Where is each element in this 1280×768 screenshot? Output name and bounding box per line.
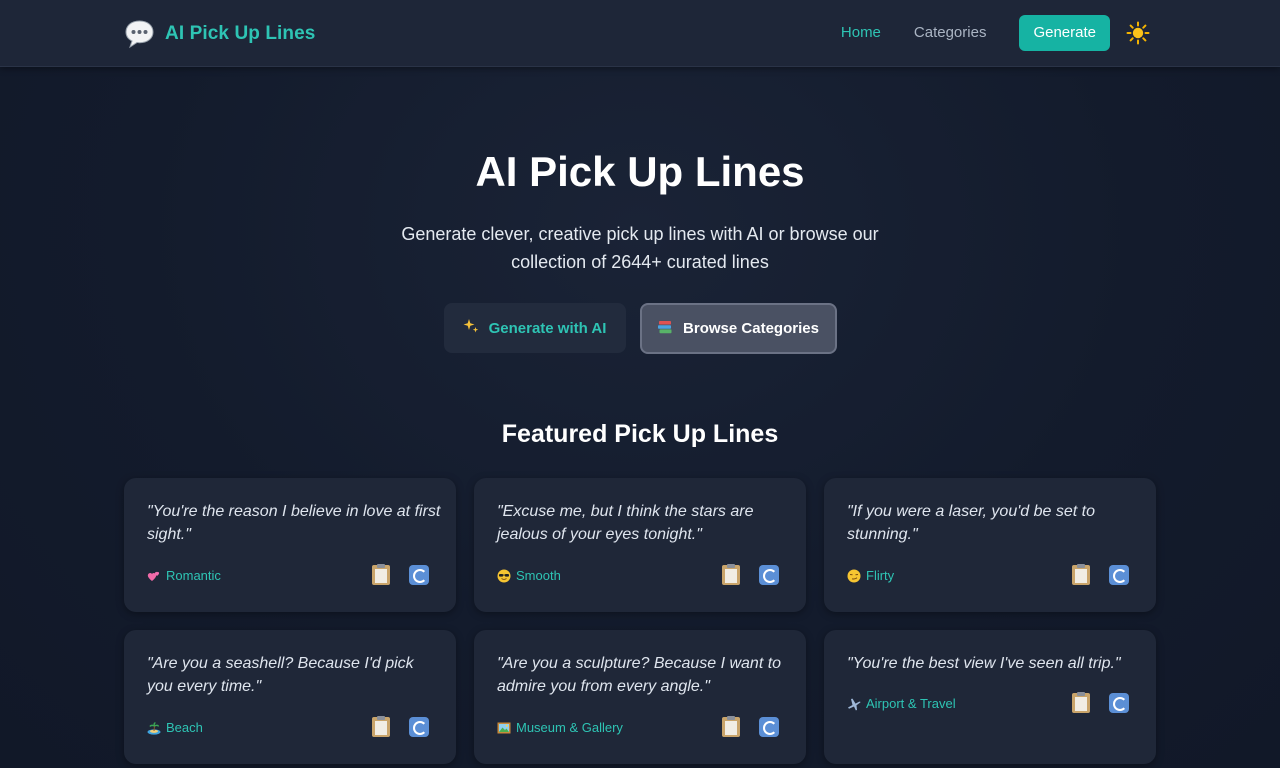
card-actions [720,716,780,738]
clipboard-icon[interactable] [720,716,742,738]
airplane-icon [847,697,861,711]
browse-categories-label: Browse Categories [683,320,819,337]
speech-bubble-icon [124,18,155,49]
clipboard-icon[interactable] [1070,564,1092,586]
category-tag[interactable]: Beach [147,720,203,735]
category-label: Airport & Travel [866,696,956,711]
framed-picture-icon [497,721,511,735]
pickup-line-card: "If you were a laser, you'd be set to st… [824,478,1156,612]
card-actions [370,564,430,586]
pickup-line-text: "Are you a seashell? Because I'd pick yo… [147,655,414,695]
hero-actions: Generate with AI Browse Categories [0,303,1280,354]
pickup-line-text: "You're the reason I believe in love at … [147,503,441,543]
generate-with-ai-button[interactable]: Generate with AI [443,303,626,353]
category-tag[interactable]: Museum & Gallery [497,720,623,735]
clipboard-icon[interactable] [370,716,392,738]
category-label: Beach [166,720,203,735]
nav-home-link[interactable]: Home [841,15,881,51]
sparkles-icon [463,318,479,338]
category-tag[interactable]: Flirty [847,568,894,583]
pickup-line-card: "Excuse me, but I think the stars are je… [474,478,806,612]
category-label: Museum & Gallery [516,720,623,735]
refresh-icon[interactable] [408,564,430,586]
pickup-line-card: "You're the reason I believe in love at … [124,478,456,612]
card-actions [1070,692,1130,714]
refresh-icon[interactable] [408,716,430,738]
pickup-line-card: "Are you a sculpture? Because I want to … [474,630,806,764]
pickup-line-text: "Are you a sculpture? Because I want to … [497,655,782,695]
nav-categories-link[interactable]: Categories [914,15,987,51]
category-tag[interactable]: Airport & Travel [847,696,956,711]
category-label: Flirty [866,568,895,583]
brand[interactable]: AI Pick Up Lines [124,18,315,49]
clipboard-icon[interactable] [1070,692,1092,714]
generate-with-ai-label: Generate with AI [488,319,607,337]
hero-title: AI Pick Up Lines [475,148,805,195]
card-actions [720,564,780,586]
refresh-icon[interactable] [758,716,780,738]
category-label: Romantic [166,568,221,583]
card-actions [1070,564,1130,586]
books-icon [657,319,673,339]
card-actions [370,716,430,738]
hero-subtitle: Generate clever, creative pick up lines … [401,224,879,272]
pickup-line-card: "You're the best view I've seen all trip… [824,630,1156,764]
category-label: Smooth [516,568,561,583]
island-icon [147,721,161,735]
refresh-icon[interactable] [758,564,780,586]
sunglasses-face-icon [497,569,511,583]
brand-title: AI Pick Up Lines [165,22,316,44]
category-tag[interactable]: Smooth [497,568,561,583]
featured-section-title: Featured Pick Up Lines [501,420,779,448]
nav-generate-button[interactable]: Generate [1019,15,1110,51]
refresh-icon[interactable] [1108,692,1130,714]
sparkling-hearts-icon [147,569,161,583]
smirking-face-icon [847,569,861,583]
refresh-icon[interactable] [1108,564,1130,586]
sun-icon[interactable] [1126,21,1150,45]
top-navbar: AI Pick Up Lines Home Categories Generat… [0,0,1280,67]
clipboard-icon[interactable] [720,564,742,586]
browse-categories-button[interactable]: Browse Categories [639,303,837,354]
category-tag[interactable]: Romantic [147,568,221,583]
clipboard-icon[interactable] [370,564,392,586]
main-nav: Home Categories Generate [841,15,1150,51]
pickup-line-text: "Excuse me, but I think the stars are je… [497,503,754,543]
pickup-line-card: "Are you a seashell? Because I'd pick yo… [124,630,456,764]
pickup-line-text: "If you were a laser, you'd be set to st… [847,503,1095,543]
pickup-line-text: "You're the best view I've seen all trip… [847,655,1121,672]
